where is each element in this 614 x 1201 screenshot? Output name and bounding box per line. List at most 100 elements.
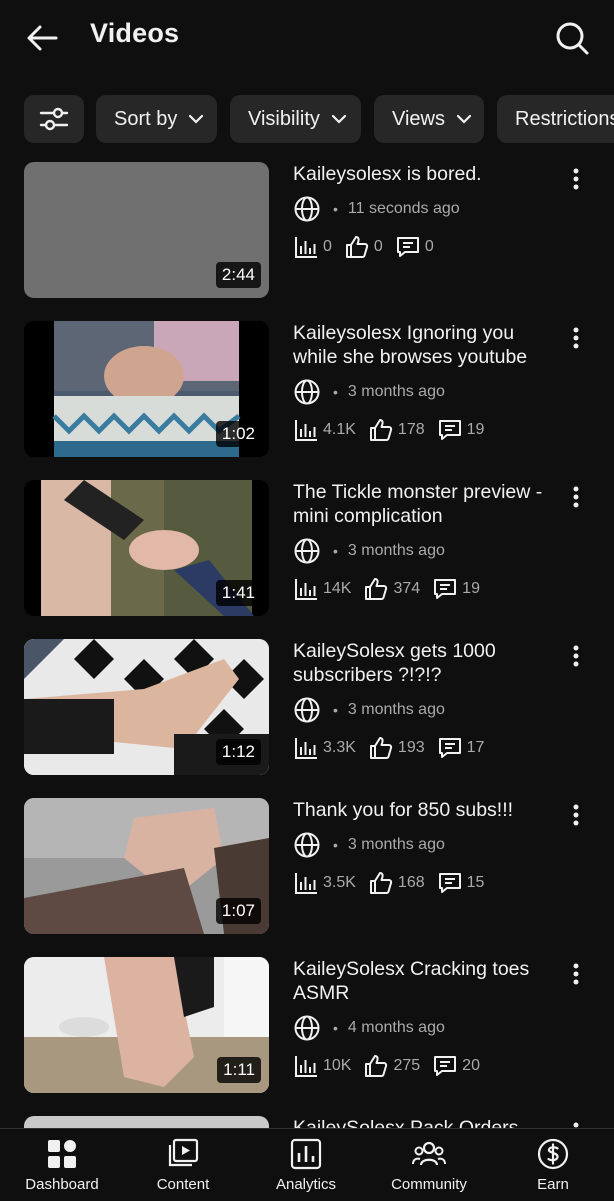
sort-by-label: Sort by [114,107,178,130]
more-options-icon[interactable] [565,959,587,989]
view-count: 3.5K [323,874,356,891]
video-row[interactable]: KaileySolesx Pack Orders [0,1116,614,1128]
comment-count: 19 [466,421,485,438]
filter-settings-button[interactable] [24,95,84,143]
dollar-icon [537,1138,569,1170]
comment-icon [396,237,419,257]
duration-badge: 1:02 [215,421,261,447]
video-row[interactable]: 1:07 Thank you for 850 subs!!! • 3 month… [0,798,614,938]
comment-count: 19 [462,580,480,597]
more-options-icon[interactable] [565,800,587,830]
upload-time: 3 months ago [347,542,445,559]
restrictions-label: Restrictions [515,107,614,130]
thumbs-up-icon [365,1055,388,1077]
globe-icon [294,538,320,564]
visibility-chip[interactable]: Visibility [230,95,361,143]
video-row[interactable]: 1:02 Kaileysolesx Ignoring you while she… [0,321,614,461]
thumbs-up-icon [369,872,393,894]
chevron-down-icon [456,114,472,124]
top-app-bar: Videos [0,0,614,76]
more-options-icon[interactable] [565,1118,587,1128]
comment-count: 15 [466,874,485,891]
nav-analytics[interactable]: Analytics [266,1129,346,1201]
views-label: Views [392,107,445,130]
thumbs-up-icon [369,419,393,441]
nav-label: Dashboard [25,1176,99,1193]
content-icon [168,1138,199,1167]
chevron-down-icon [189,114,204,124]
more-options-icon[interactable] [565,641,587,671]
more-options-icon[interactable] [565,482,587,512]
analytics-bars-icon [295,738,317,759]
nav-earn[interactable]: Earn [523,1129,583,1201]
video-row[interactable]: 2:44 Kaileysolesx is bored. • 11 seconds… [0,162,614,302]
video-thumbnail[interactable]: 2:44 [24,162,269,298]
globe-icon [294,1015,320,1041]
video-title[interactable]: Kaileysolesx Ignoring you while she brow… [293,321,563,369]
like-count: 374 [393,580,421,597]
duration-badge: 1:11 [217,1057,261,1083]
like-count: 178 [397,421,425,438]
search-icon[interactable] [550,16,594,60]
duration-badge: 2:44 [215,262,261,288]
nav-label: Analytics [275,1176,337,1193]
comment-count: 20 [462,1057,480,1074]
upload-time: 3 months ago [347,701,445,718]
comment-count: 17 [466,739,485,756]
tune-icon [39,107,69,131]
thumbs-up-icon [365,578,388,600]
community-icon [412,1141,446,1166]
video-title[interactable]: The Tickle monster preview - mini compli… [293,480,563,528]
back-arrow-icon[interactable] [22,18,62,58]
restrictions-chip[interactable]: Restrictions [497,95,614,143]
analytics-bars-icon [295,237,317,258]
video-title[interactable]: Kaileysolesx is bored. [293,162,563,186]
analytics-bars-icon [295,420,317,441]
view-count: 4.1K [323,421,356,438]
views-chip[interactable]: Views [374,95,484,143]
video-title[interactable]: KaileySolesx Cracking toes ASMR [293,957,563,1005]
like-count: 0 [373,238,383,255]
bottom-navigation: Dashboard Content Analytics Community Ea… [0,1128,614,1201]
video-title[interactable]: Thank you for 850 subs!!! [293,798,563,822]
nav-content[interactable]: Content [143,1129,223,1201]
sort-by-chip[interactable]: Sort by [96,95,217,143]
video-title[interactable]: KaileySolesx Pack Orders [293,1116,563,1128]
view-count: 14K [323,580,352,597]
video-row[interactable]: 1:41 The Tickle monster preview - mini c… [0,480,614,620]
analytics-bars-icon [295,873,317,894]
nav-label: Content [156,1176,210,1193]
nav-label: Earn [537,1176,569,1193]
upload-time: 4 months ago [347,1019,445,1036]
video-thumbnail[interactable]: 1:11 [24,957,269,1093]
page-title: Videos [90,18,180,48]
duration-badge: 1:41 [215,580,261,606]
comment-icon [438,873,461,893]
video-thumbnail[interactable]: 1:02 [24,321,269,457]
more-options-icon[interactable] [565,323,587,353]
video-row[interactable]: 1:12 KaileySolesx gets 1000 subscribers … [0,639,614,779]
nav-community[interactable]: Community [382,1129,476,1201]
comment-icon [438,738,461,758]
video-thumbnail[interactable] [24,1116,269,1128]
view-count: 3.3K [323,739,356,756]
thumbs-up-icon [369,737,393,759]
globe-icon [294,379,320,405]
video-thumbnail[interactable]: 1:07 [24,798,269,934]
globe-icon [294,697,320,723]
video-title[interactable]: KaileySolesx gets 1000 subscribers ?!?!? [293,639,563,687]
comment-icon [434,1056,457,1076]
like-count: 275 [393,1057,421,1074]
nav-dashboard[interactable]: Dashboard [20,1129,104,1201]
globe-icon [294,196,320,222]
analytics-bars-icon [295,1056,317,1077]
view-count: 0 [323,238,332,255]
more-options-icon[interactable] [565,164,587,194]
globe-icon [294,832,320,858]
video-row[interactable]: 1:11 KaileySolesx Cracking toes ASMR • 4… [0,957,614,1097]
upload-time: 11 seconds ago [347,200,460,217]
dashboard-icon [48,1140,76,1168]
duration-badge: 1:07 [215,898,261,924]
video-thumbnail[interactable]: 1:12 [24,639,269,775]
video-thumbnail[interactable]: 1:41 [24,480,269,616]
